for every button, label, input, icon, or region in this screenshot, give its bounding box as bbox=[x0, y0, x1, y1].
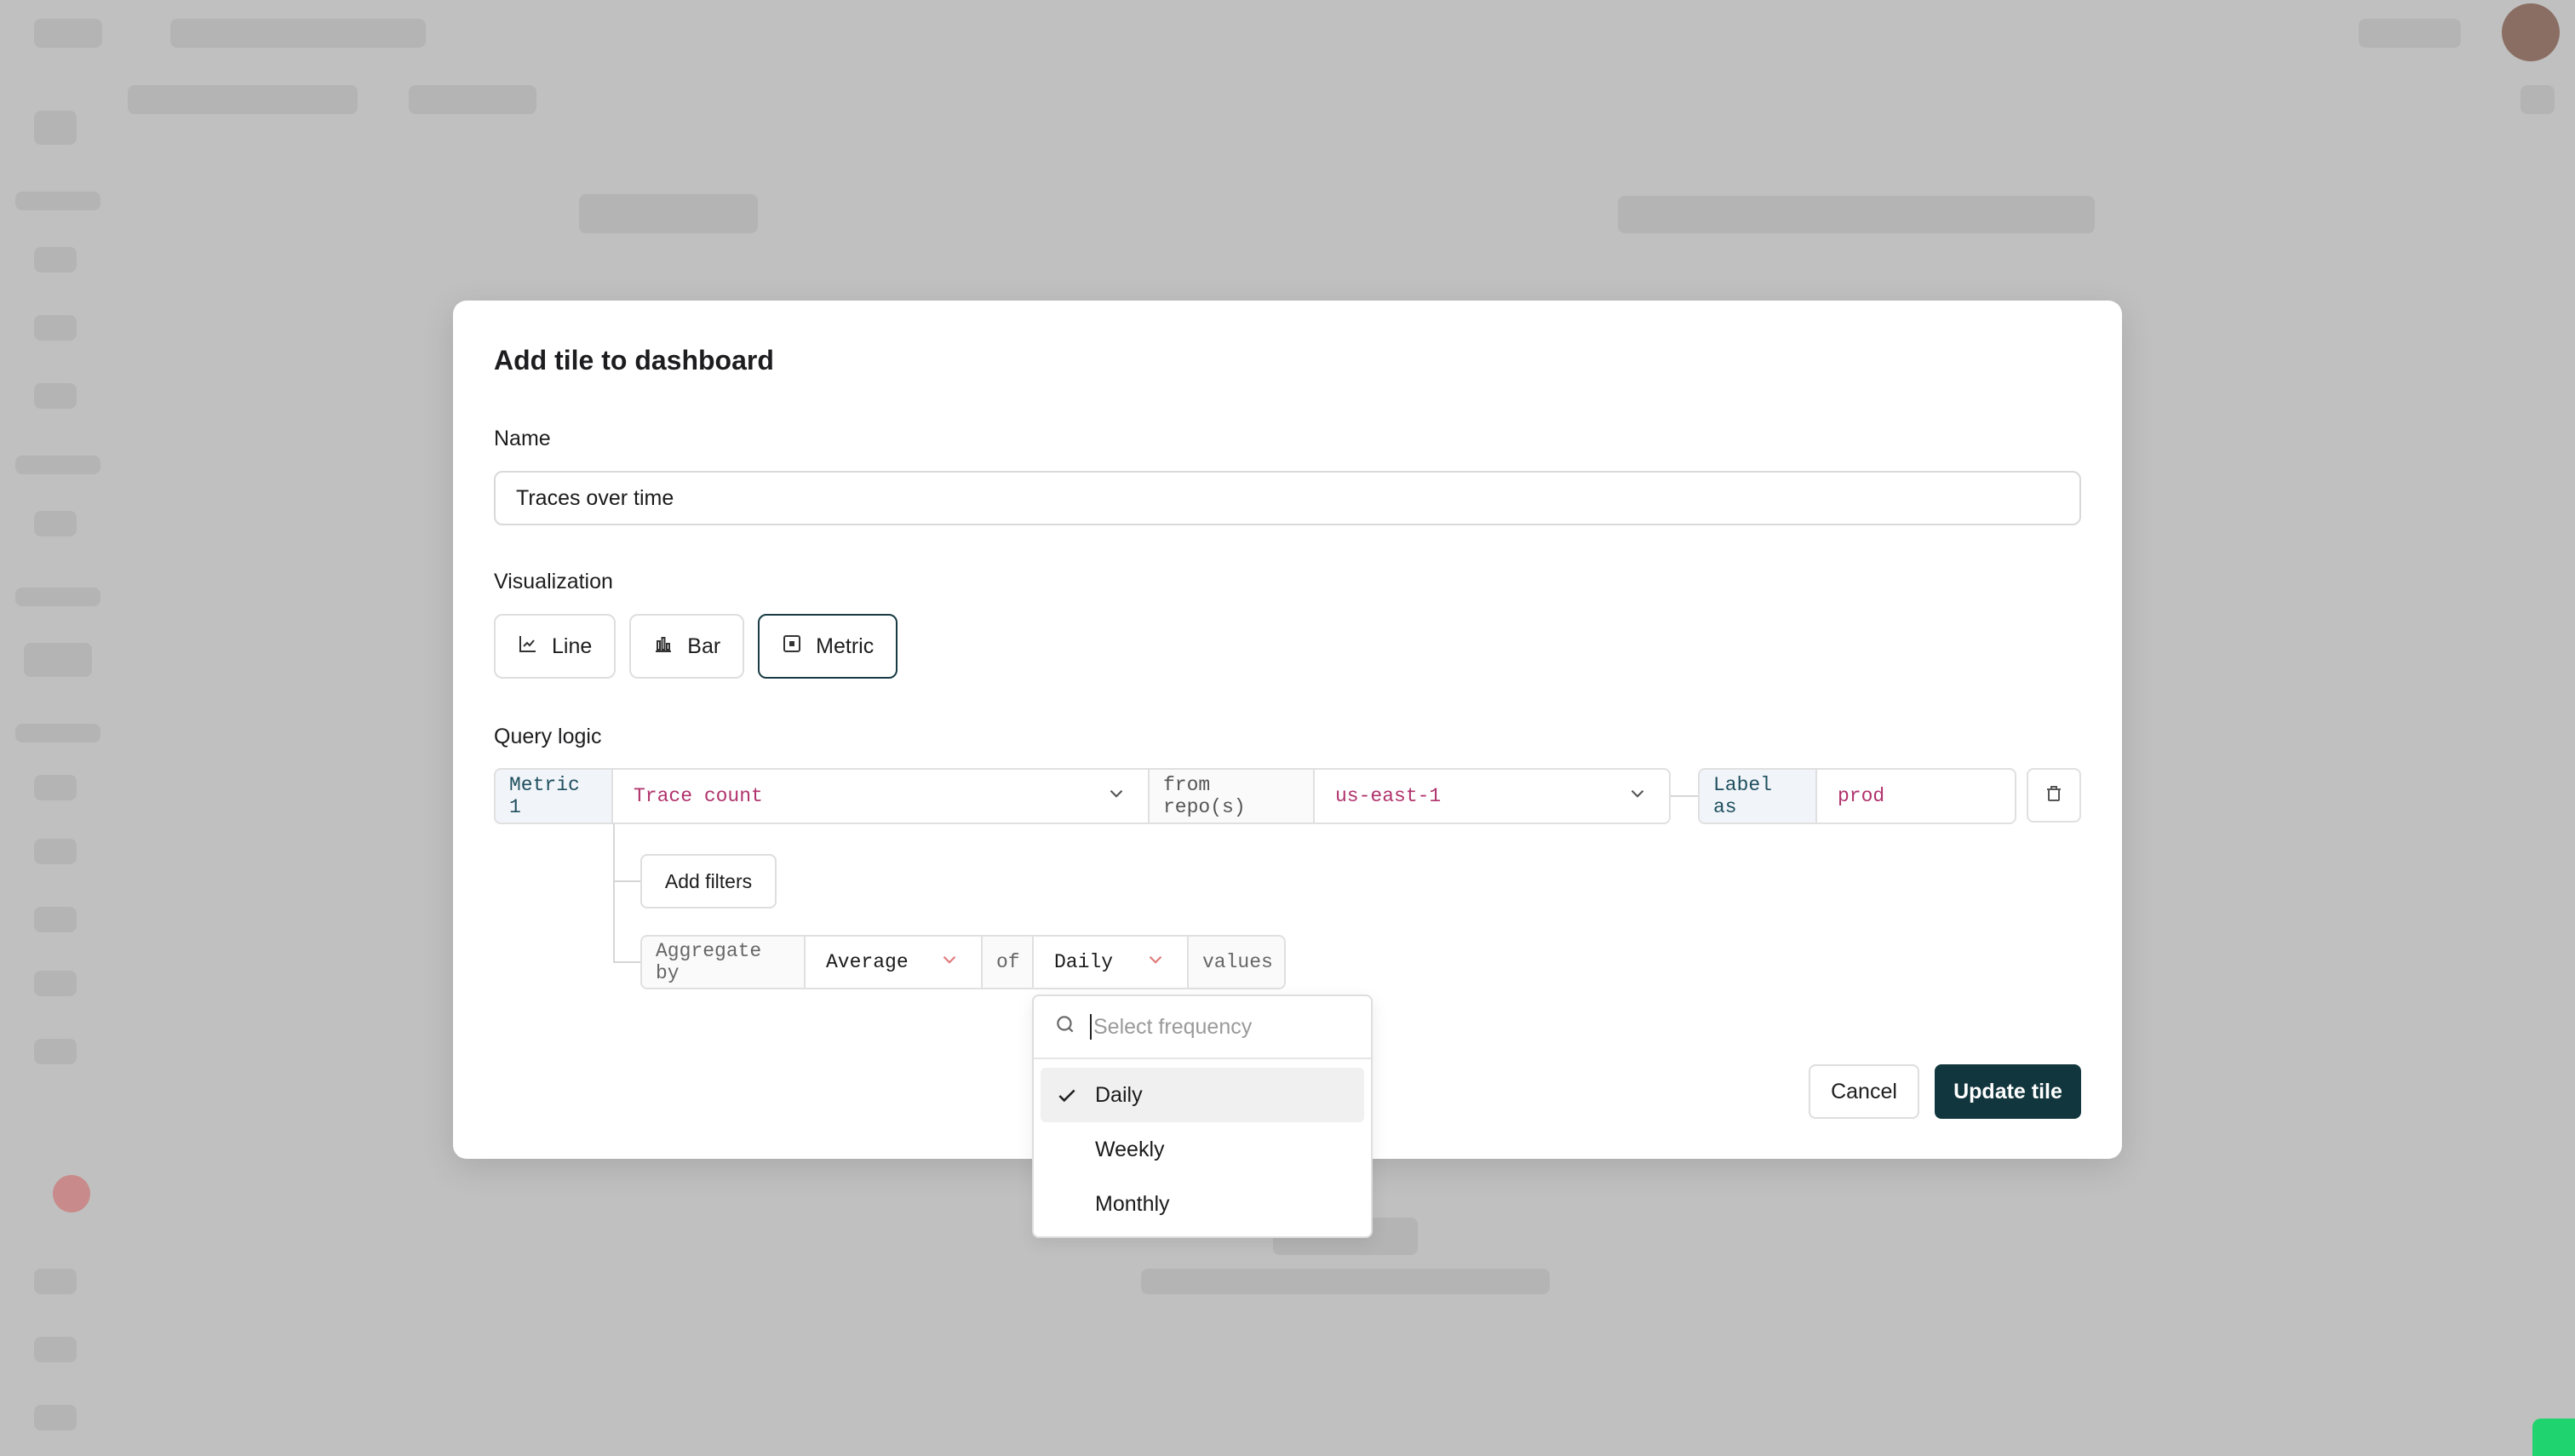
chevron-down-icon bbox=[1626, 782, 1649, 811]
metric-tag: Metric 1 bbox=[494, 768, 613, 824]
aggregate-row: Aggregate by Average of Daily values bbox=[640, 935, 1286, 989]
tree-connector bbox=[613, 961, 640, 963]
delete-metric-button[interactable] bbox=[2027, 768, 2081, 823]
label-as-input[interactable]: prod bbox=[1817, 768, 2016, 824]
avatar bbox=[2502, 3, 2560, 61]
frequency-option-weekly[interactable]: Weekly bbox=[1041, 1122, 1364, 1177]
aggregate-by-label: Aggregate by bbox=[640, 935, 806, 989]
label-as-group: Label as prod bbox=[1698, 768, 2016, 824]
chevron-down-icon bbox=[1144, 949, 1167, 977]
values-label: values bbox=[1189, 935, 1286, 989]
of-label: of bbox=[983, 935, 1034, 989]
check-icon bbox=[1056, 1085, 1078, 1107]
name-label: Name bbox=[494, 427, 551, 450]
frequency-option-label: Daily bbox=[1095, 1082, 1143, 1107]
viz-line-label: Line bbox=[552, 633, 593, 658]
tile-name-input[interactable]: Traces over time bbox=[494, 471, 2081, 525]
aggregate-function-value: Average bbox=[826, 951, 909, 973]
aggregate-function-select[interactable]: Average bbox=[806, 935, 983, 989]
chevron-down-icon bbox=[1105, 782, 1127, 811]
cancel-button[interactable]: Cancel bbox=[1809, 1064, 1919, 1119]
frequency-select[interactable]: Daily bbox=[1034, 935, 1189, 989]
add-filters-button[interactable]: Add filters bbox=[640, 854, 777, 909]
trash-icon bbox=[2044, 783, 2064, 808]
frequency-option-daily[interactable]: Daily bbox=[1041, 1068, 1364, 1122]
modal-title: Add tile to dashboard bbox=[494, 345, 774, 375]
bar-chart-icon bbox=[653, 633, 674, 660]
chevron-down-icon bbox=[938, 949, 961, 977]
viz-bar-label: Bar bbox=[687, 633, 721, 658]
chat-widget-button[interactable] bbox=[2532, 1419, 2575, 1456]
viz-line-button[interactable]: Line bbox=[494, 614, 617, 679]
frequency-option-label: Monthly bbox=[1095, 1191, 1170, 1216]
repo-value: us-east-1 bbox=[1335, 785, 1442, 807]
query-metric-row: Metric 1 Trace count from repo(s) us-eas… bbox=[494, 768, 1671, 824]
tree-connector bbox=[613, 880, 640, 882]
frequency-dropdown: Select frequency Daily Weekly Monthly bbox=[1032, 995, 1373, 1238]
frequency-option-label: Weekly bbox=[1095, 1137, 1165, 1161]
notification-dot bbox=[53, 1175, 90, 1212]
frequency-value: Daily bbox=[1054, 951, 1114, 973]
label-as-value: prod bbox=[1838, 785, 1885, 807]
viz-metric-button[interactable]: Metric bbox=[758, 614, 898, 679]
frequency-search[interactable]: Select frequency bbox=[1034, 996, 1371, 1059]
metric-box-icon bbox=[782, 633, 802, 660]
frequency-option-monthly[interactable]: Monthly bbox=[1041, 1177, 1364, 1231]
viz-bar-button[interactable]: Bar bbox=[629, 614, 745, 679]
line-chart-icon bbox=[518, 633, 538, 660]
tile-name-value: Traces over time bbox=[516, 485, 674, 510]
tree-connector bbox=[613, 824, 615, 962]
search-icon bbox=[1054, 1013, 1076, 1041]
visualization-label: Visualization bbox=[494, 570, 613, 593]
frequency-search-placeholder: Select frequency bbox=[1093, 1014, 1253, 1039]
metric-value: Trace count bbox=[634, 785, 763, 807]
viz-metric-label: Metric bbox=[816, 633, 875, 658]
update-tile-button[interactable]: Update tile bbox=[1935, 1064, 2081, 1119]
visualization-options: Line Bar Metric bbox=[494, 614, 898, 679]
repo-select[interactable]: us-east-1 bbox=[1315, 768, 1671, 824]
connector-line bbox=[1671, 795, 1698, 797]
query-logic-label: Query logic bbox=[494, 725, 602, 748]
background-sidebar bbox=[0, 68, 115, 1456]
metric-select[interactable]: Trace count bbox=[613, 768, 1150, 824]
label-as-tag: Label as bbox=[1698, 768, 1817, 824]
text-caret bbox=[1090, 1014, 1092, 1040]
background-topbar bbox=[0, 0, 2575, 68]
from-repos-label: from repo(s) bbox=[1150, 768, 1315, 824]
